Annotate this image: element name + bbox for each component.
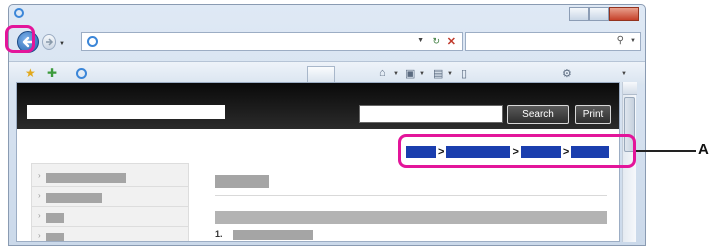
step-number: 1. <box>215 229 223 239</box>
side-menu-item[interactable]: › <box>32 188 188 207</box>
browser-search-box[interactable]: ⚲ ▼ <box>465 32 641 51</box>
site-search-button[interactable]: Search <box>507 105 569 124</box>
navigation-bar: ▼ ▼ ↻ ✕ ⚲ ▼ <box>9 29 645 55</box>
content-heading <box>215 211 607 224</box>
feeds-dropdown-icon[interactable]: ▼ <box>419 71 425 77</box>
content-divider <box>215 195 607 196</box>
print-dropdown-icon[interactable]: ▼ <box>447 71 453 77</box>
side-menu: › › › › <box>31 163 189 241</box>
side-menu-item-label <box>46 173 126 183</box>
app-icon <box>14 8 24 18</box>
chevron-right-icon: › <box>38 171 41 180</box>
recent-pages-dropdown-icon[interactable]: ▼ <box>59 41 65 47</box>
home-icon[interactable]: ⌂ <box>379 67 386 79</box>
side-menu-item[interactable]: › <box>32 168 188 187</box>
feeds-icon[interactable]: ▣ <box>405 67 415 80</box>
refresh-icon[interactable]: ↻ <box>432 36 440 47</box>
minimize-button[interactable] <box>569 7 589 21</box>
forward-arrow-icon <box>46 38 54 46</box>
page-menu-icon[interactable]: ▯ <box>461 67 467 80</box>
window-controls <box>569 7 639 21</box>
site-header: Search Print <box>17 83 619 129</box>
address-bar[interactable]: ▼ ↻ ✕ <box>81 32 463 51</box>
side-menu-item-label <box>46 233 64 241</box>
search-icon[interactable]: ⚲ <box>617 35 624 46</box>
step-text <box>233 230 313 240</box>
scroll-up-button[interactable] <box>623 82 637 95</box>
side-menu-item-label <box>46 193 102 203</box>
chevron-right-icon: › <box>38 211 41 220</box>
favorites-star-icon[interactable]: ★ <box>25 66 36 80</box>
tools-gear-icon[interactable]: ⚙ <box>562 67 572 80</box>
callout-label: A <box>698 141 709 158</box>
toolbar-overflow-icon[interactable]: ▼ <box>621 71 627 77</box>
chevron-right-icon: › <box>38 191 41 200</box>
site-search-input[interactable] <box>359 105 503 123</box>
tab-page-icon[interactable] <box>76 68 87 79</box>
add-favorite-icon[interactable]: ✚ <box>47 66 57 80</box>
content-title <box>215 175 269 188</box>
forward-button[interactable] <box>42 34 56 50</box>
close-button[interactable] <box>609 7 639 21</box>
back-button-highlight <box>5 25 35 53</box>
side-menu-item[interactable]: › <box>32 228 188 241</box>
callout-line <box>636 150 696 152</box>
address-dropdown-icon[interactable]: ▼ <box>417 37 424 44</box>
new-tab-button[interactable] <box>307 66 335 83</box>
page-icon <box>87 36 98 47</box>
chevron-right-icon: › <box>38 231 41 240</box>
maximize-button[interactable] <box>589 7 609 21</box>
side-menu-item[interactable]: › <box>32 208 188 227</box>
breadcrumb-highlight <box>398 134 636 168</box>
side-menu-item-label <box>46 213 64 223</box>
print-icon[interactable]: ▤ <box>433 67 443 80</box>
search-dropdown-icon[interactable]: ▼ <box>630 38 636 44</box>
site-print-button[interactable]: Print <box>575 105 611 124</box>
home-dropdown-icon[interactable]: ▼ <box>393 71 399 77</box>
site-title[interactable] <box>27 105 225 119</box>
stop-icon[interactable]: ✕ <box>447 35 456 48</box>
